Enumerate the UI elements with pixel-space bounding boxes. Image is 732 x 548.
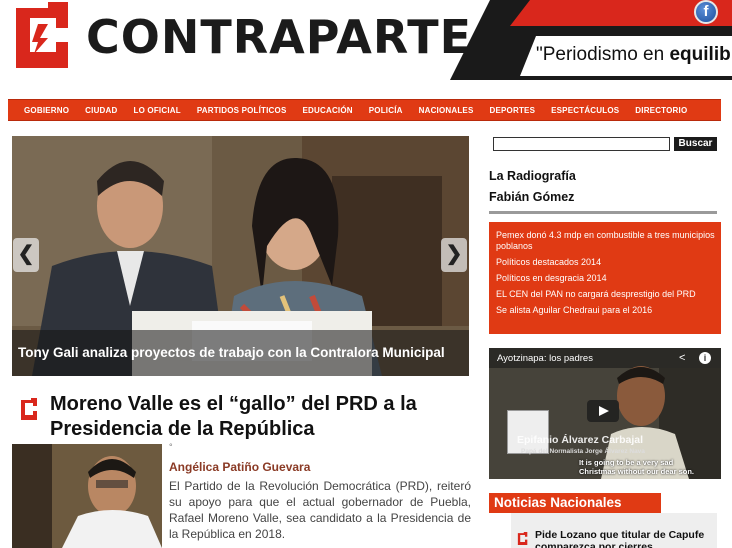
facebook-icon[interactable]: f xyxy=(694,0,718,24)
search-input[interactable] xyxy=(493,137,670,151)
article-title[interactable]: Moreno Valle es el “gallo” del PRD a la … xyxy=(50,392,470,442)
headline-link[interactable]: Políticos destacados 2014 xyxy=(496,257,715,268)
video-speaker-name: Epifanio Álvarez Carbajal xyxy=(517,434,644,446)
main-nav: GOBIERNO CIUDAD LO OFICIAL PARTIDOS POLÍTIC… xyxy=(8,99,721,121)
article-photo[interactable] xyxy=(12,444,162,548)
article-meta-dot: ° xyxy=(169,442,173,452)
video-embed[interactable]: Ayotzinapa: los padres < i Epifanio Álva… xyxy=(489,348,721,479)
column-author[interactable]: Fabián Gómez xyxy=(489,190,574,204)
nav-item-espect-culos[interactable]: ESPECTÁCULOS xyxy=(543,106,627,115)
share-icon[interactable]: < xyxy=(679,352,685,364)
slider-prev-icon[interactable]: ❮ xyxy=(13,238,39,272)
nav-item-polic-a[interactable]: POLICÍA xyxy=(361,106,411,115)
nav-item-ciudad[interactable]: CIUDAD xyxy=(77,106,125,115)
news-item-link[interactable]: Pide Lozano que titular de Capufe compar… xyxy=(535,529,715,548)
nav-item-gobierno[interactable]: GOBIERNO xyxy=(16,106,77,115)
headline-link[interactable]: EL CEN del PAN no cargará desprestigio d… xyxy=(496,289,715,300)
video-subtitle-line-2: Christmas without our dear son. xyxy=(579,467,695,476)
column-title[interactable]: La Radiografía xyxy=(489,169,576,183)
video-subtitle-line-1: It is going to be a very sad xyxy=(579,458,674,467)
section-header: Noticias Nacionales xyxy=(489,493,661,513)
headline-link[interactable]: Políticos en desgracia 2014 xyxy=(496,273,715,284)
video-speaker-role: Papá del Normalista Jorge Álvarez Nava xyxy=(521,448,645,455)
divider xyxy=(489,211,717,214)
slider-next-icon[interactable]: ❯ xyxy=(441,238,467,272)
info-icon[interactable]: i xyxy=(699,352,711,364)
headline-link[interactable]: Pemex donó 4.3 mdp en combustible a tres… xyxy=(496,230,715,252)
site-header: CONTRAPARTE "Periodismo en equilibrio f xyxy=(0,0,732,80)
nav-item-partidos-pol-ticos[interactable]: PARTIDOS POLÍTICOS xyxy=(189,106,295,115)
article-author: Angélica Patiño Guevara xyxy=(169,460,311,474)
news-item-logo-icon xyxy=(517,532,528,545)
contraparte-logo-icon[interactable] xyxy=(8,2,72,68)
slogan-band xyxy=(450,0,732,80)
nav-item-deportes[interactable]: DEPORTES xyxy=(482,106,544,115)
nav-item-educaci-n[interactable]: EDUCACIÓN xyxy=(295,106,361,115)
slider-caption[interactable]: Tony Gali analiza proyectos de trabajo c… xyxy=(12,330,469,376)
search-button[interactable]: Buscar xyxy=(674,137,717,151)
nav-item-nacionales[interactable]: NACIONALES xyxy=(411,106,482,115)
site-brand[interactable]: CONTRAPARTE xyxy=(86,10,472,64)
article-logo-icon xyxy=(21,398,37,420)
nav-item-directorio[interactable]: DIRECTORIO xyxy=(627,106,695,115)
site-slogan: "Periodismo en equilibrio xyxy=(536,44,732,65)
featured-slider[interactable]: Tony Gali analiza proyectos de trabajo c… xyxy=(12,136,469,376)
nav-item-lo-oficial[interactable]: LO OFICIAL xyxy=(125,106,188,115)
headlines-box: Pemex donó 4.3 mdp en combustible a tres… xyxy=(489,222,721,334)
play-icon[interactable] xyxy=(587,400,619,422)
headline-link[interactable]: Se alista Aguilar Chedraui para el 2016 xyxy=(496,305,715,316)
video-title[interactable]: Ayotzinapa: los padres xyxy=(497,353,593,364)
article-body: El Partido de la Revolución Democrática … xyxy=(169,479,471,541)
